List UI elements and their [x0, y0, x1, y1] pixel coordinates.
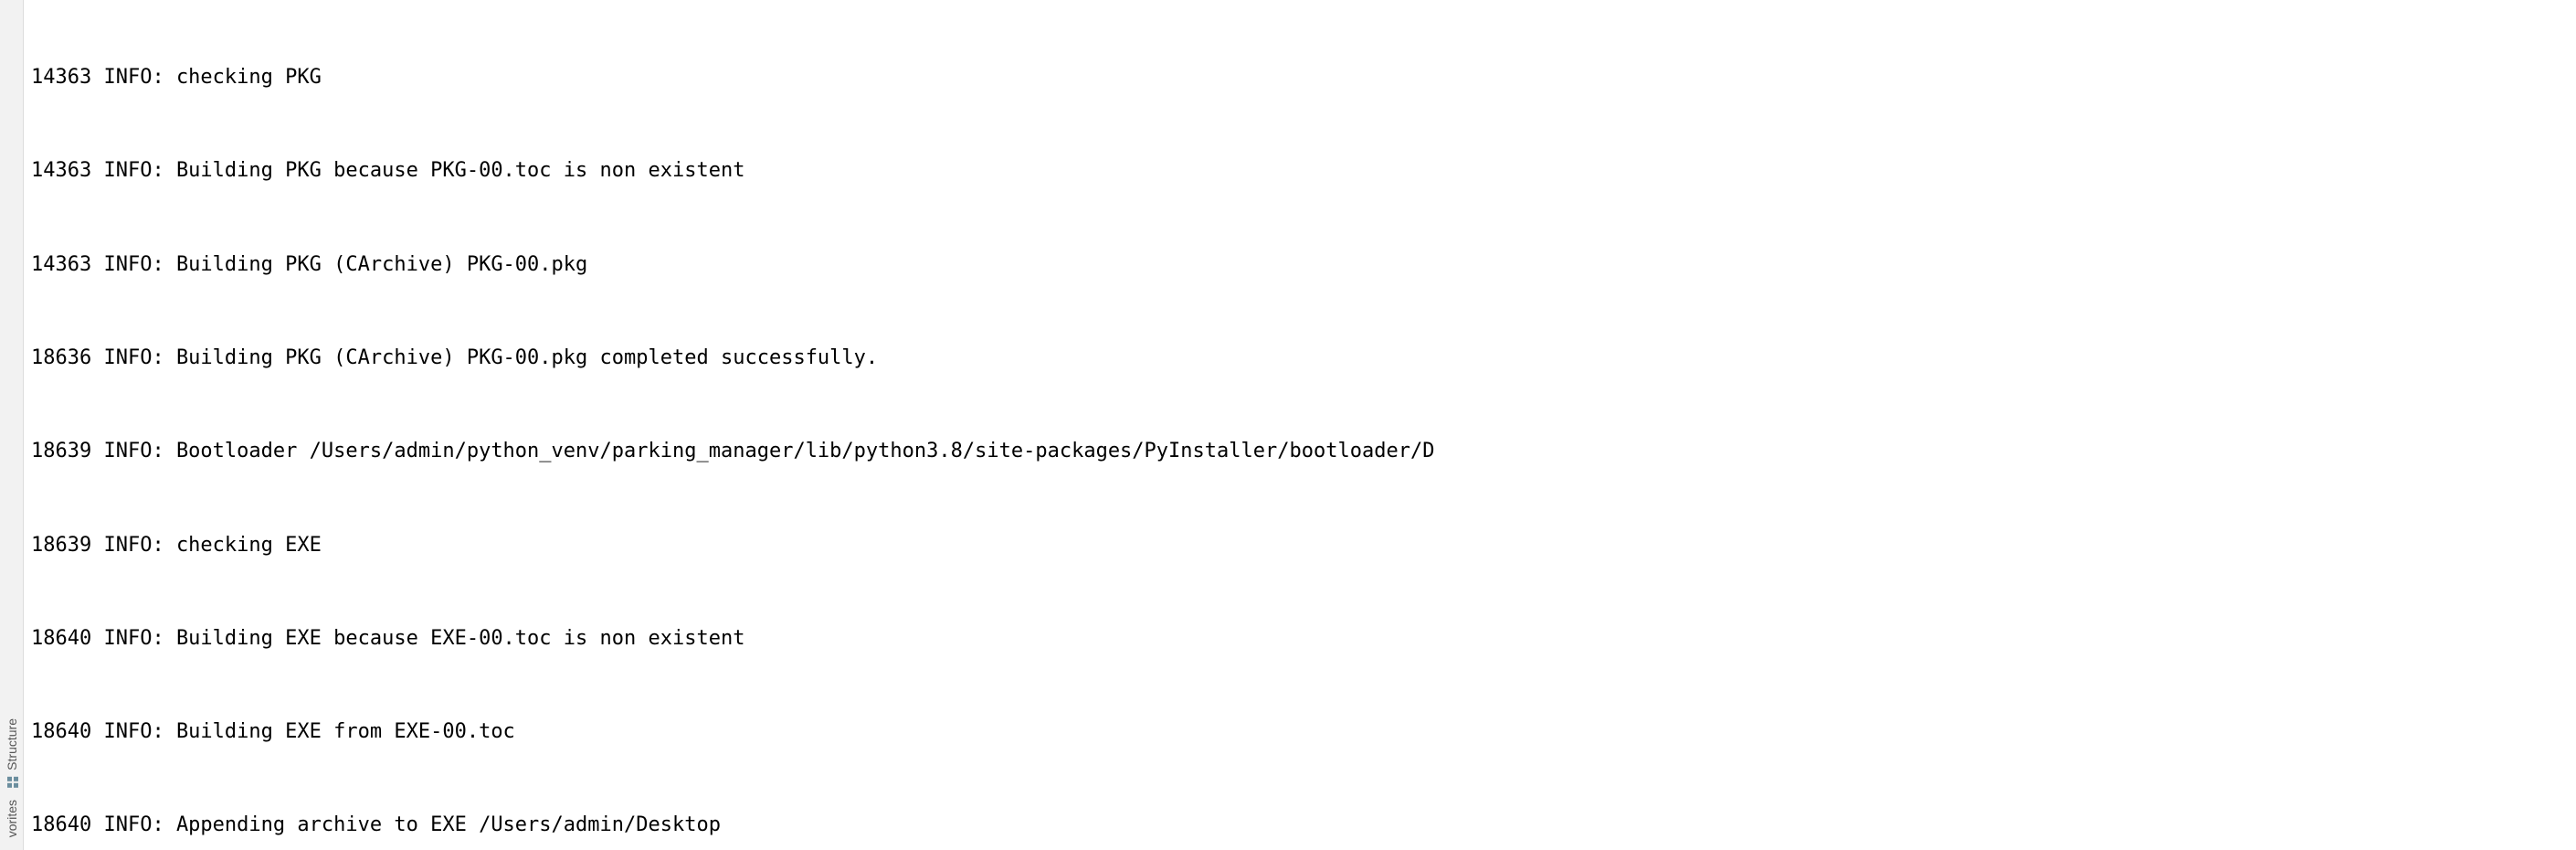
ide-left-sidebar: Structure vorites [0, 0, 24, 850]
log-line: 18636 INFO: Building PKG (CArchive) PKG-… [31, 343, 2576, 374]
sidebar-structure-label: Structure [5, 718, 19, 770]
sidebar-favorites-label: vorites [5, 800, 19, 837]
log-line: 18640 INFO: Building EXE because EXE-00.… [31, 623, 2576, 654]
structure-icon [5, 776, 18, 789]
terminal-pane[interactable]: 14363 INFO: checking PKG 14363 INFO: Bui… [24, 0, 2576, 850]
log-line: 14363 INFO: checking PKG [31, 62, 2576, 93]
sidebar-favorites-tab[interactable]: vorites [5, 800, 19, 837]
log-line: 14363 INFO: Building PKG (CArchive) PKG-… [31, 250, 2576, 281]
log-line: 18640 INFO: Building EXE from EXE-00.toc [31, 717, 2576, 748]
log-line: 18639 INFO: checking EXE [31, 530, 2576, 561]
log-line: 18640 INFO: Appending archive to EXE /Us… [31, 810, 2576, 841]
log-line: 18639 INFO: Bootloader /Users/admin/pyth… [31, 436, 2576, 467]
log-line: 14363 INFO: Building PKG because PKG-00.… [31, 155, 2576, 186]
sidebar-structure-tab[interactable]: Structure [5, 718, 19, 789]
